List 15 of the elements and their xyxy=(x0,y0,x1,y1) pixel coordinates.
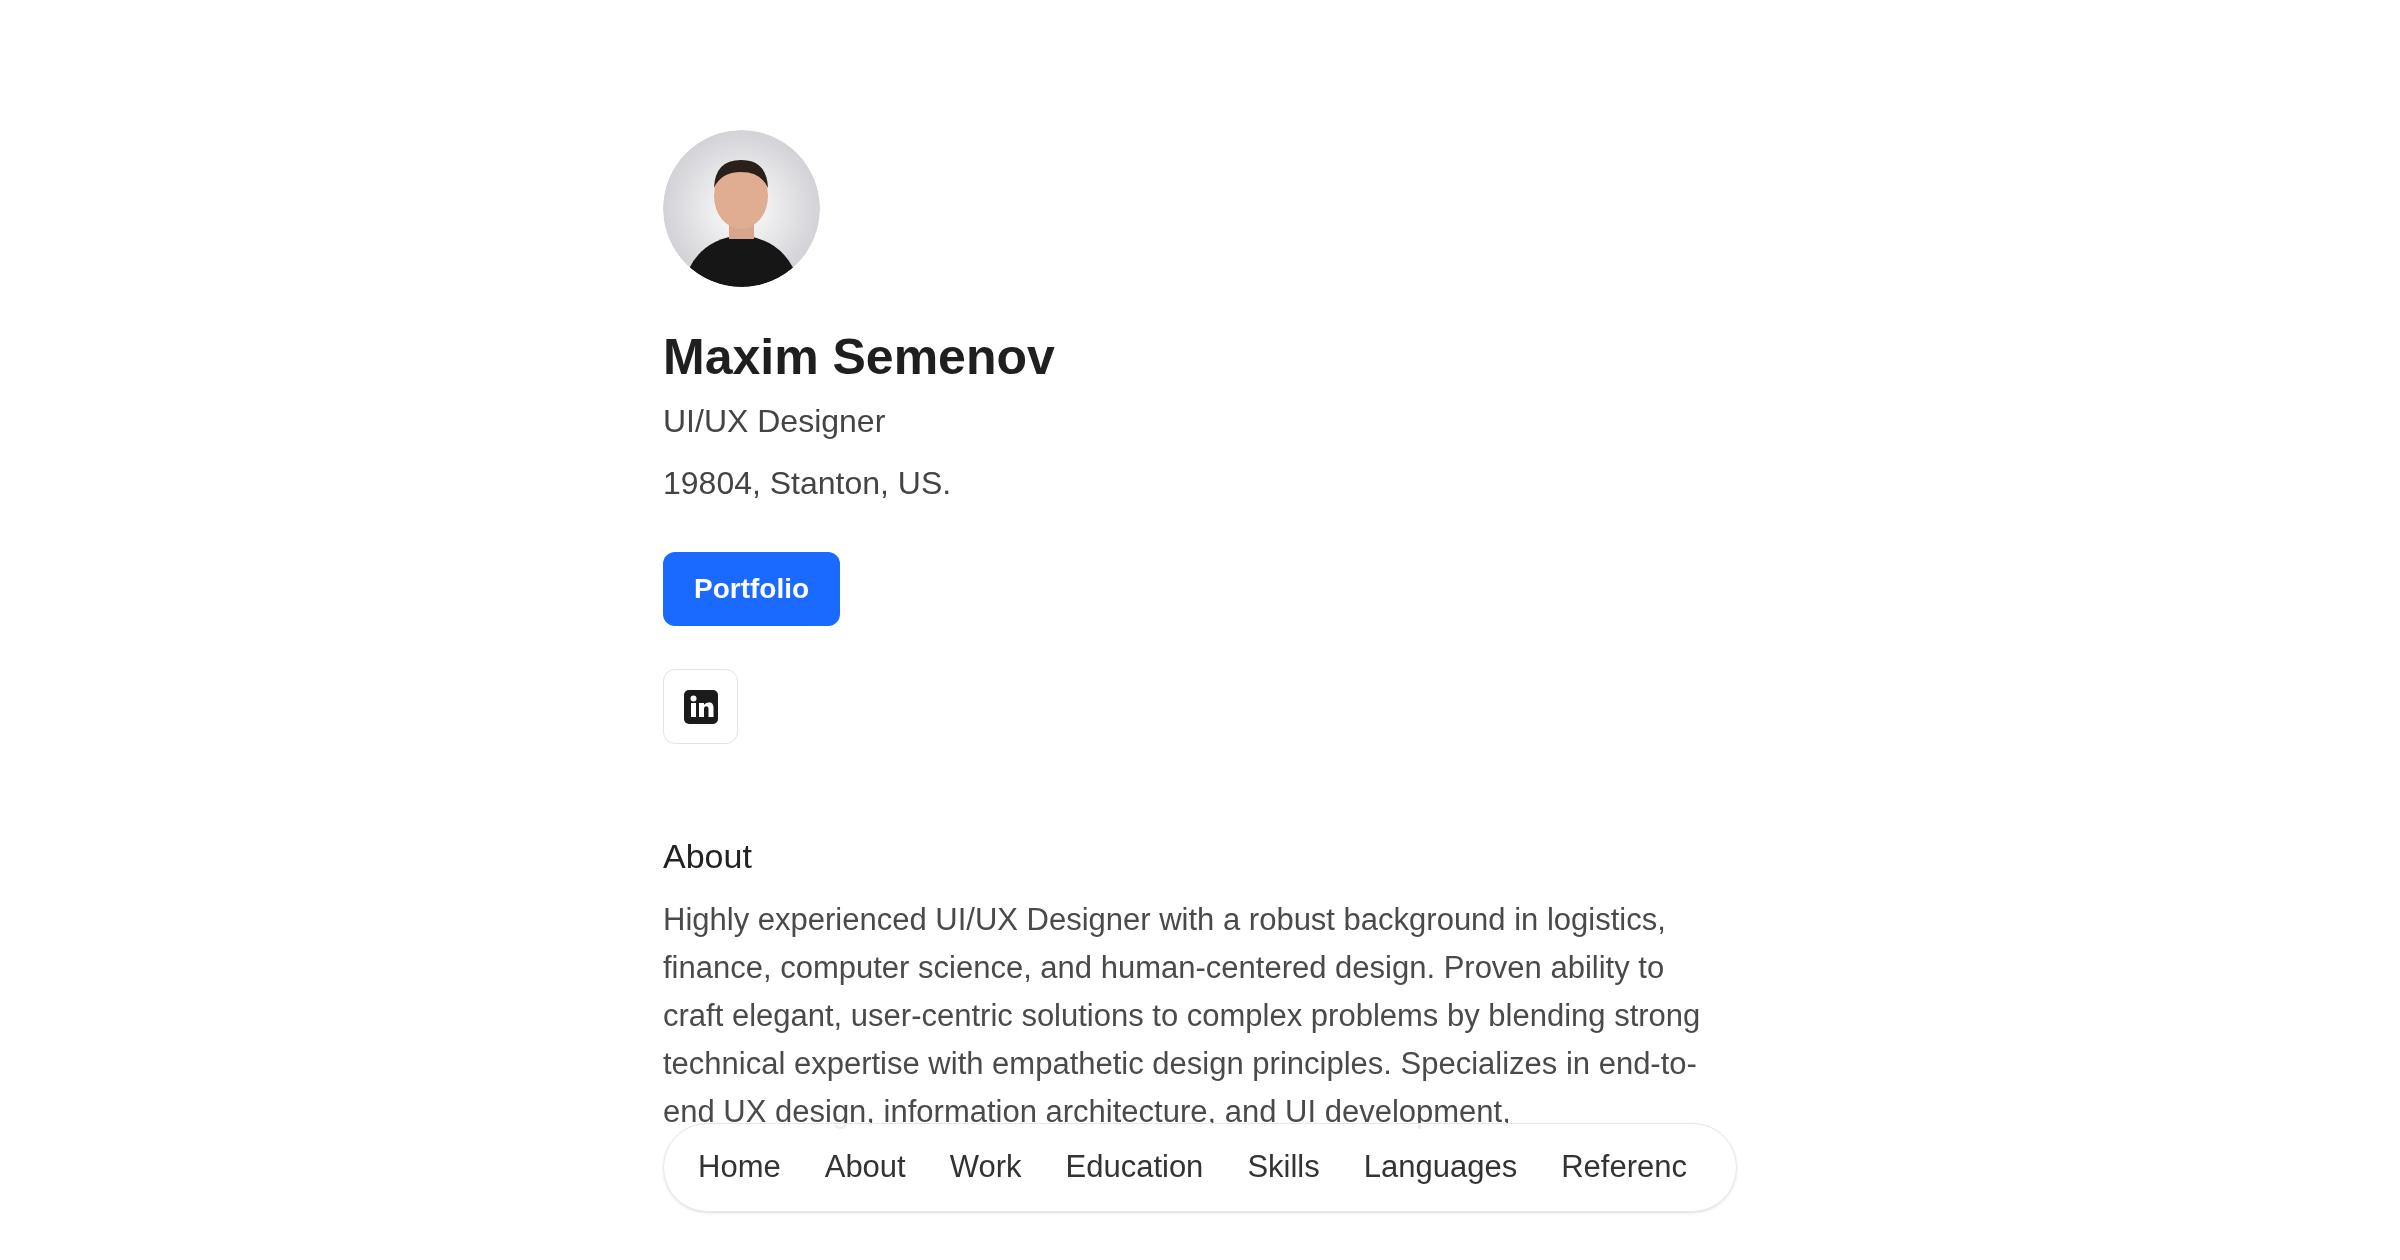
job-title: UI/UX Designer xyxy=(663,402,887,441)
nav-link[interactable]: Education xyxy=(1065,1144,1204,1191)
nav-link[interactable]: Skills xyxy=(1247,1144,1320,1191)
nav-link[interactable]: About xyxy=(824,1144,906,1191)
social-link[interactable] xyxy=(663,669,738,744)
profile-name: Maxim Semenov xyxy=(663,328,1056,387)
section-heading: About xyxy=(663,836,753,877)
about-paragraph: Highly experienced UI/UX Designer with a robust background in logistics, finance, computer science, and human-centered design. Proven ability to craft elegant, user-centric solutions to complex problems by blending strong technical expertise with empathetic design principles. Specializes in end-to-end UX design, information architecture, and UI development, xyxy=(663,901,1702,1131)
linkedin-icon xyxy=(683,689,718,724)
nav-link[interactable]: Home xyxy=(698,1144,781,1191)
nav-link[interactable]: Languages xyxy=(1363,1144,1518,1191)
location-text: 19804, Stanton, US. xyxy=(663,464,953,503)
portfolio-button[interactable]: Portfolio xyxy=(663,552,840,626)
nav-link[interactable]: Work xyxy=(949,1144,1022,1191)
nav-link[interactable]: Referenc xyxy=(1561,1144,1687,1191)
